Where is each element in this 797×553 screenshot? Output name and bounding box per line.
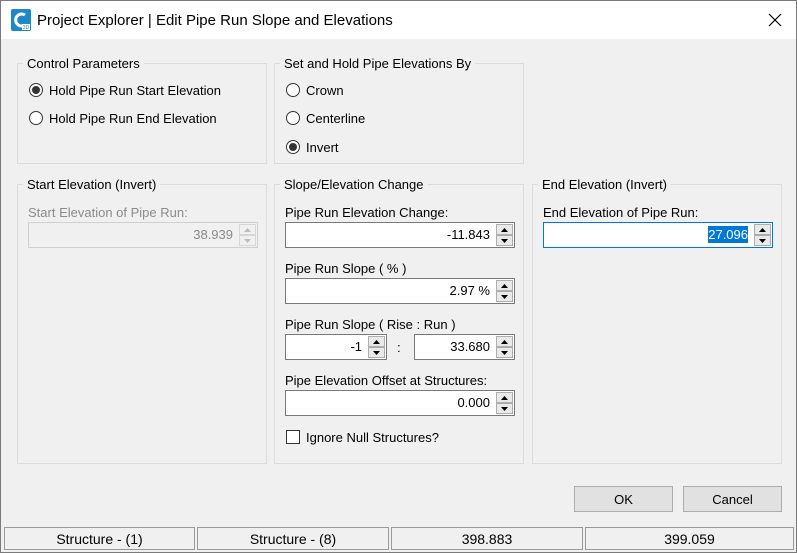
start-elevation-label: Start Elevation of Pipe Run: xyxy=(28,205,188,220)
centerline-label: Centerline xyxy=(306,110,366,126)
spin-down-icon[interactable] xyxy=(754,235,771,246)
ignore-null-checkbox[interactable]: Ignore Null Structures? xyxy=(286,427,439,447)
spin-down-icon[interactable] xyxy=(496,347,513,358)
crown-radio[interactable]: Crown xyxy=(286,80,344,100)
control-parameters-title: Control Parameters xyxy=(23,56,144,71)
ratio-separator: : xyxy=(397,340,401,355)
centerline-radio[interactable]: Centerline xyxy=(286,108,365,128)
end-elevation-label: End Elevation of Pipe Run: xyxy=(543,205,699,220)
start-elevation-input[interactable]: 38.939 xyxy=(28,222,258,248)
end-elevation-title: End Elevation (Invert) xyxy=(538,177,672,192)
ignore-null-label: Ignore Null Structures? xyxy=(306,429,439,445)
radio-dot xyxy=(286,83,300,97)
start-elevation-value: 38.939 xyxy=(193,227,233,242)
radio-dot xyxy=(29,83,43,97)
spin-down-icon[interactable] xyxy=(368,347,385,358)
spin-down-icon[interactable] xyxy=(496,235,513,246)
spin-down-icon[interactable] xyxy=(496,291,513,302)
spin-up-icon[interactable] xyxy=(754,224,771,235)
hold-start-label: Hold Pipe Run Start Elevation xyxy=(49,82,221,98)
window-title: Project Explorer | Edit Pipe Run Slope a… xyxy=(37,12,393,29)
end-elevation-value: 27.096 xyxy=(708,226,748,243)
hold-end-label: Hold Pipe Run End Elevation xyxy=(49,110,217,126)
civil-app-icon: 3D xyxy=(11,9,31,31)
status-start-structure: Structure - (1) xyxy=(4,527,195,550)
spin-up-icon[interactable] xyxy=(496,392,513,403)
elevations-by-title: Set and Hold Pipe Elevations By xyxy=(280,56,476,71)
title-bar[interactable]: 3D Project Explorer | Edit Pipe Run Slop… xyxy=(1,1,796,39)
elevation-change-value: -11.843 xyxy=(446,227,490,242)
crown-label: Crown xyxy=(306,82,344,98)
offset-label: Pipe Elevation Offset at Structures: xyxy=(285,373,488,388)
radio-dot xyxy=(286,140,300,154)
radio-dot xyxy=(29,111,43,125)
checkbox-box xyxy=(286,430,300,444)
status-start-value: 398.883 xyxy=(391,527,583,550)
spin-down-icon[interactable] xyxy=(496,403,513,414)
end-elevation-input[interactable]: 27.096 xyxy=(543,222,773,248)
spin-down-icon[interactable] xyxy=(239,235,256,246)
hold-start-radio[interactable]: Hold Pipe Run Start Elevation xyxy=(29,80,221,100)
invert-radio[interactable]: Invert xyxy=(286,137,339,157)
offset-input[interactable]: 0.000 xyxy=(285,390,515,416)
elevation-change-input[interactable]: -11.843 xyxy=(285,222,515,248)
spin-up-icon[interactable] xyxy=(496,280,513,291)
spin-up-icon[interactable] xyxy=(496,224,513,235)
status-end-structure: Structure - (8) xyxy=(197,527,389,550)
close-icon[interactable] xyxy=(753,1,796,39)
cancel-button[interactable]: Cancel xyxy=(683,486,782,512)
svg-text:3D: 3D xyxy=(23,25,30,31)
run-input[interactable]: 33.680 xyxy=(414,334,515,360)
status-end-value: 399.059 xyxy=(585,527,794,550)
radio-dot xyxy=(286,111,300,125)
dialog-window: 3D Project Explorer | Edit Pipe Run Slop… xyxy=(0,0,797,553)
slope-change-title: Slope/Elevation Change xyxy=(280,177,428,192)
slope-pct-label: Pipe Run Slope ( % ) xyxy=(285,261,407,276)
invert-label: Invert xyxy=(306,139,339,155)
spin-up-icon[interactable] xyxy=(496,336,513,347)
rise-value: -1 xyxy=(350,339,362,354)
slope-pct-input[interactable]: 2.97 % xyxy=(285,278,515,304)
hold-end-radio[interactable]: Hold Pipe Run End Elevation xyxy=(29,108,217,128)
spin-up-icon[interactable] xyxy=(239,224,256,235)
slope-pct-value: 2.97 % xyxy=(449,283,490,298)
ok-button[interactable]: OK xyxy=(574,486,673,512)
rise-run-label: Pipe Run Slope ( Rise : Run ) xyxy=(285,317,456,332)
elevation-change-label: Pipe Run Elevation Change: xyxy=(285,205,449,220)
rise-input[interactable]: -1 xyxy=(285,334,387,360)
start-elevation-title: Start Elevation (Invert) xyxy=(23,177,161,192)
run-value: 33.680 xyxy=(450,339,490,354)
offset-value: 0.000 xyxy=(457,395,490,410)
status-bar: Structure - (1) Structure - (8) 398.883 … xyxy=(1,524,796,552)
spin-up-icon[interactable] xyxy=(368,336,385,347)
